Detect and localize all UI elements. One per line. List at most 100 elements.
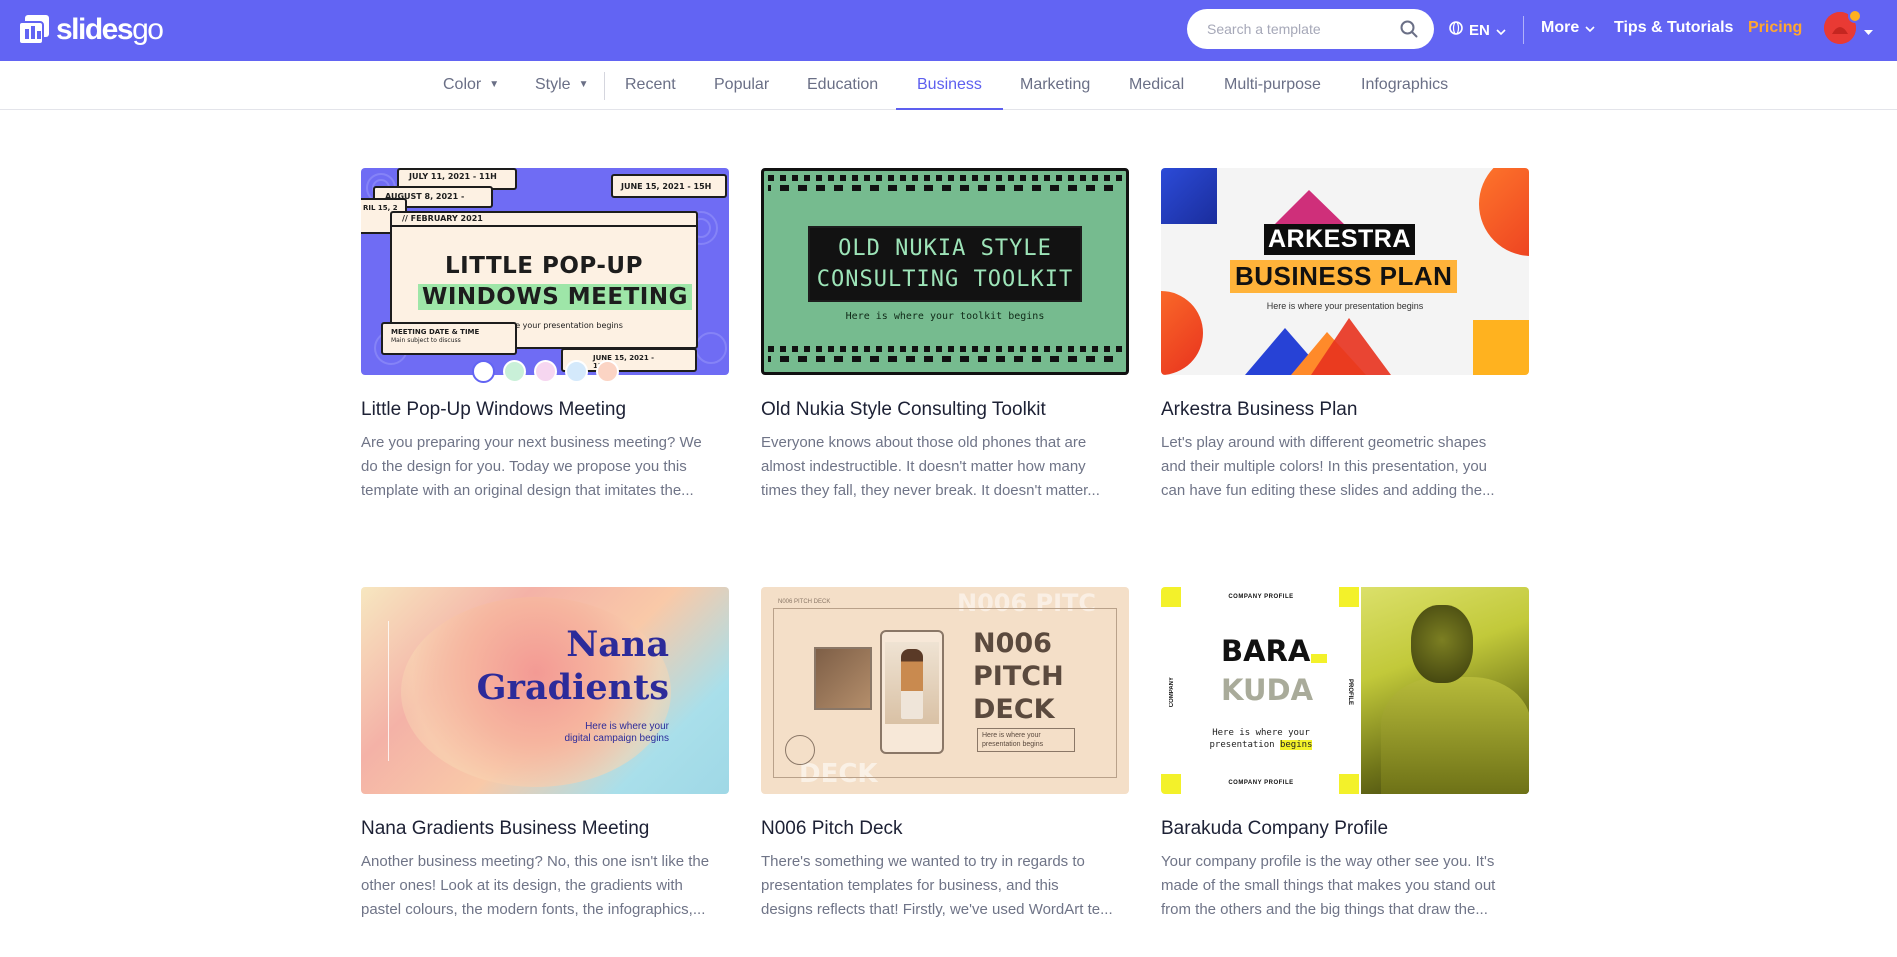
- search-input[interactable]: [1207, 21, 1387, 37]
- slide-title: ARKESTRA: [1264, 224, 1415, 255]
- chevron-down-icon: [1496, 22, 1506, 39]
- slide-side-label: PROFILE: [1347, 679, 1353, 706]
- person-figure: [901, 649, 923, 719]
- window-title: // FEBRUARY 2021: [392, 213, 696, 227]
- color-filter-dropdown[interactable]: Color ▼: [443, 61, 499, 109]
- style-filter-dropdown[interactable]: Style ▼: [535, 61, 588, 109]
- slide-subtitle: Here is where your presentation begins: [1209, 728, 1313, 750]
- template-card[interactable]: OLD NUKIA STYLE CONSULTING TOOLKIT Here …: [761, 168, 1129, 499]
- tab-multi-purpose[interactable]: Multi-purpose: [1224, 61, 1321, 109]
- decorative-line: [388, 621, 389, 761]
- slide-subtitle: Here is where your presentation begins: [1266, 301, 1424, 311]
- tab-education[interactable]: Education: [807, 61, 878, 109]
- template-thumbnail[interactable]: ARKESTRA BUSINESS PLAN Here is where you…: [1161, 168, 1529, 375]
- template-description: Let's play around with different geometr…: [1161, 434, 1495, 499]
- template-thumbnail[interactable]: COMPANY PROFILE COMPANY PROFILE COMPANY …: [1161, 587, 1529, 794]
- caret-down-icon[interactable]: [1864, 23, 1873, 41]
- tab-infographics[interactable]: Infographics: [1361, 61, 1448, 109]
- template-card[interactable]: ARKESTRA BUSINESS PLAN Here is where you…: [1161, 168, 1529, 499]
- template-thumbnail[interactable]: OLD NUKIA STYLE CONSULTING TOOLKIT Here …: [761, 168, 1129, 375]
- slide-subtitle: Here is where your digital campaign begin…: [564, 721, 669, 744]
- search-box: [1187, 9, 1434, 49]
- globe-icon: [1449, 21, 1463, 39]
- slide-label: COMPANY PROFILE: [1228, 594, 1294, 600]
- tab-recent[interactable]: Recent: [625, 61, 676, 109]
- color-option-peach[interactable]: [596, 360, 619, 383]
- slide-subtitle: Here is where your presentation begins: [977, 728, 1075, 752]
- template-title[interactable]: N006 Pitch Deck: [761, 818, 903, 840]
- template-title[interactable]: Arkestra Business Plan: [1161, 399, 1357, 421]
- color-variant-selector: [472, 360, 619, 383]
- template-thumbnail[interactable]: N006 PITC DECK N006 PITCH DECK N006 PITC…: [761, 587, 1129, 794]
- brand-name: slidesgo: [56, 13, 164, 46]
- slide-title: CONSULTING TOOLKIT: [816, 267, 1074, 292]
- popup-window: JUNE 15, 2021 - 15H: [611, 174, 727, 198]
- template-thumbnail[interactable]: JULY 11, 2021 - 11H AUGUST 8, 2021 - 14H…: [361, 168, 729, 375]
- template-card[interactable]: COMPANY PROFILE COMPANY PROFILE COMPANY …: [1161, 587, 1529, 918]
- header-divider: [1523, 16, 1524, 44]
- template-card[interactable]: Nana Gradients Here is where your digital…: [361, 587, 729, 918]
- decorative-circle: [785, 735, 815, 765]
- top-navigation-bar: slidesgo EN More Tips & Tutorials Pricin…: [0, 0, 1897, 61]
- popup-window: MEETING DATE & TIME Main subject to disc…: [381, 322, 517, 355]
- slide-title: BARA: [1221, 634, 1311, 668]
- slide-title: DECK: [973, 694, 1055, 725]
- tab-medical[interactable]: Medical: [1129, 61, 1184, 109]
- slide-title: KUDA: [1221, 673, 1314, 707]
- user-avatar[interactable]: [1824, 9, 1862, 44]
- caret-down-icon: ▼: [489, 79, 500, 90]
- color-option-blue[interactable]: [565, 360, 588, 383]
- notification-badge: [1848, 9, 1862, 23]
- slide-title: OLD NUKIA STYLE: [838, 236, 1052, 261]
- slide-title: LITTLE POP-UP: [445, 253, 643, 279]
- slide-subtitle: Here is where your toolkit begins: [845, 311, 1045, 322]
- slide-title: PITCH: [973, 661, 1064, 692]
- more-label: More: [1541, 19, 1580, 36]
- language-label: EN: [1469, 21, 1490, 39]
- slide-side-label: COMPANY: [1169, 677, 1175, 708]
- language-selector[interactable]: EN: [1449, 20, 1506, 40]
- pixel-pattern: [768, 175, 1122, 197]
- template-description: Are you preparing your next business mee…: [361, 434, 702, 499]
- slide-title: N006: [973, 628, 1052, 659]
- tab-business[interactable]: Business: [896, 61, 1003, 110]
- photo-man-body: [1381, 677, 1529, 794]
- yellow-accent-bar: [1311, 654, 1327, 663]
- more-menu[interactable]: More: [1541, 19, 1595, 37]
- template-title[interactable]: Little Pop-Up Windows Meeting: [361, 399, 626, 421]
- slide-title-highlight: WINDOWS MEETING: [418, 284, 692, 310]
- photo-man-head: [1411, 605, 1473, 683]
- tab-marketing[interactable]: Marketing: [1020, 61, 1090, 109]
- slide-title-highlight: BUSINESS PLAN: [1230, 260, 1458, 293]
- template-thumbnail[interactable]: Nana Gradients Here is where your digital…: [361, 587, 729, 794]
- slide-title: Nana: [566, 624, 669, 665]
- photo-hands: [814, 647, 872, 710]
- slidesgo-logo[interactable]: slidesgo: [17, 13, 164, 47]
- tips-tutorials-link[interactable]: Tips & Tutorials: [1614, 19, 1733, 37]
- screen-box: OLD NUKIA STYLE CONSULTING TOOLKIT: [808, 226, 1082, 302]
- slide-label: COMPANY PROFILE: [1228, 780, 1294, 786]
- slide-label: N006 PITCH DECK: [778, 599, 831, 605]
- chevron-down-icon: [1585, 19, 1595, 37]
- template-card[interactable]: N006 PITC DECK N006 PITCH DECK N006 PITC…: [761, 587, 1129, 918]
- color-option-pink[interactable]: [534, 360, 557, 383]
- tab-popular[interactable]: Popular: [714, 61, 769, 109]
- category-bar: Color ▼ Style ▼ Recent Popular Education B…: [0, 61, 1897, 110]
- template-card[interactable]: JULY 11, 2021 - 11H AUGUST 8, 2021 - 14H…: [361, 168, 729, 499]
- caret-down-icon: ▼: [578, 79, 589, 90]
- template-description: There's something we wanted to try in re…: [761, 853, 1113, 918]
- template-description: Another business meeting? No, this one i…: [361, 853, 710, 918]
- color-option-green[interactable]: [503, 360, 526, 383]
- template-title[interactable]: Old Nukia Style Consulting Toolkit: [761, 399, 1046, 421]
- color-option-white[interactable]: [472, 360, 495, 383]
- slide-title: Gradients: [476, 667, 669, 708]
- search-icon[interactable]: [1400, 20, 1418, 38]
- template-description: Your company profile is the way other se…: [1161, 853, 1496, 918]
- template-title[interactable]: Nana Gradients Business Meeting: [361, 818, 649, 840]
- slidesgo-logo-icon: [17, 13, 51, 47]
- pixel-pattern: [768, 346, 1122, 368]
- template-description: Everyone knows about those old phones th…: [761, 434, 1100, 499]
- pricing-link[interactable]: Pricing: [1748, 19, 1802, 37]
- category-divider: [604, 72, 605, 100]
- template-title[interactable]: Barakuda Company Profile: [1161, 818, 1388, 840]
